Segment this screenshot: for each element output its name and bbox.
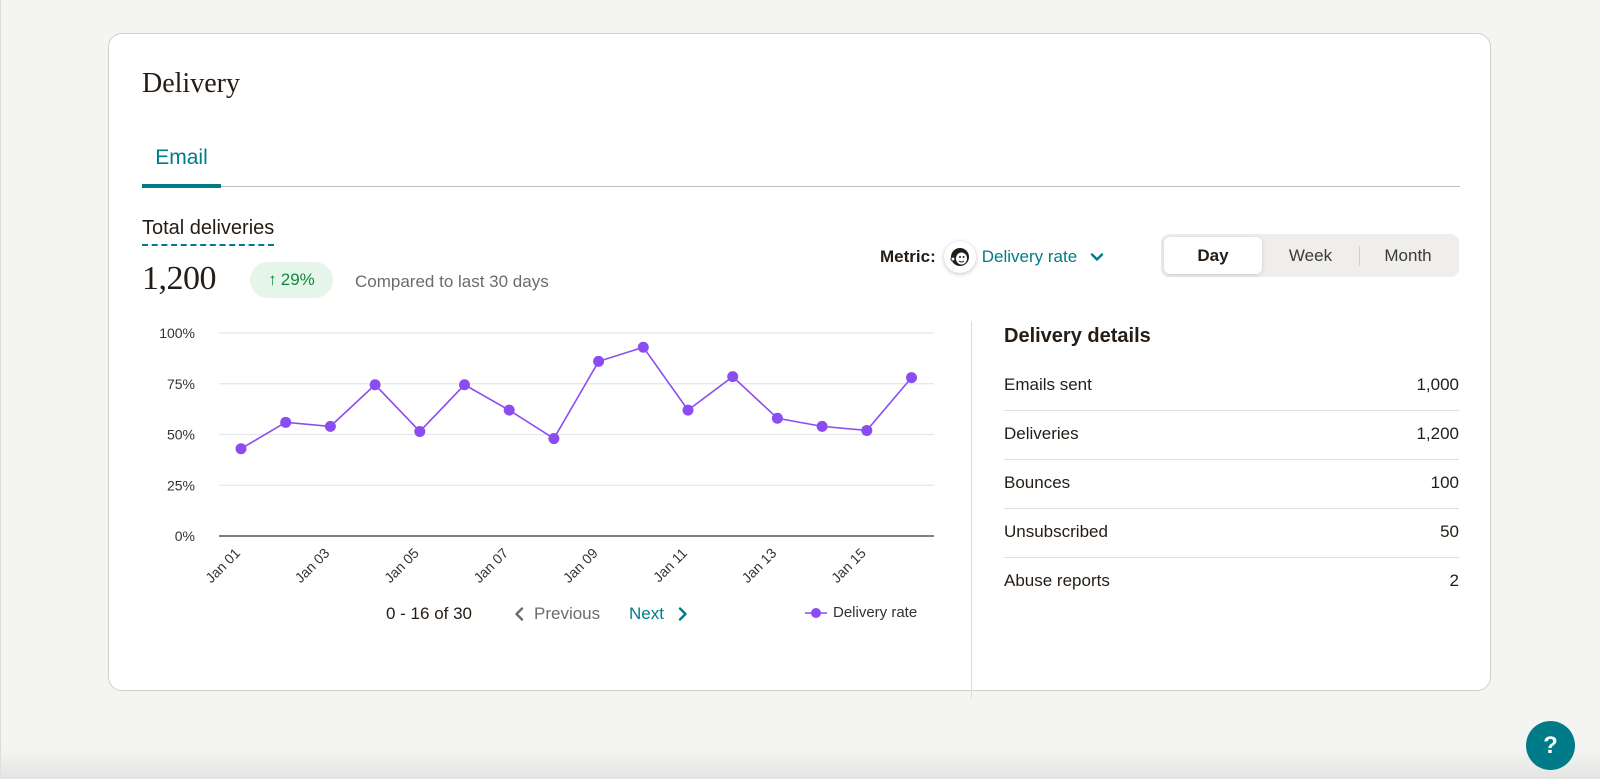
chevron-left-icon [515, 607, 524, 621]
data-point [503, 404, 515, 416]
detail-value: 100 [1430, 473, 1459, 492]
data-point [414, 425, 426, 437]
y-tick-label: 75% [167, 376, 195, 392]
x-tick-label: Jan 01 [202, 545, 243, 586]
data-point [548, 433, 560, 445]
data-point [459, 379, 470, 391]
data-point [280, 416, 292, 428]
chart-legend[interactable]: Delivery rate [805, 604, 917, 621]
period-day-button[interactable]: Day [1164, 237, 1262, 274]
detail-value: 50 [1440, 522, 1459, 541]
data-point [861, 424, 873, 436]
data-point [816, 420, 828, 432]
data-point [771, 412, 783, 424]
panel-divider [971, 321, 972, 699]
help-button[interactable]: ? [1526, 721, 1575, 770]
chevron-down-icon [1089, 249, 1105, 265]
bottom-shadow [0, 749, 1600, 779]
x-tick-label: Jan 11 [650, 545, 690, 585]
y-tick-label: 0% [175, 528, 195, 544]
x-tick-label: Jan 03 [291, 545, 332, 586]
detail-label: Deliveries [1004, 424, 1079, 443]
x-tick-label: Jan 05 [381, 545, 422, 586]
window-edge [0, 0, 1, 779]
data-point [637, 341, 649, 353]
period-toggle: Day Week Month [1161, 234, 1459, 277]
delivery-rate-chart: 0% 25% 50% 75% 100% Jan 01 Jan 03 Jan 05 Jan 07 J… [159, 325, 934, 586]
y-tick-label: 50% [167, 427, 195, 443]
y-tick-label: 100% [159, 325, 195, 341]
delivery-details-panel: Delivery details Emails sent 1,000 Deliv… [1004, 320, 1459, 607]
x-tick-label: Jan 09 [560, 545, 601, 586]
data-point [593, 355, 605, 367]
detail-label: Abuse reports [1004, 571, 1110, 590]
delivery-details-title: Delivery details [1004, 325, 1151, 347]
mailchimp-freddie-icon [943, 241, 976, 273]
previous-label: Previous [534, 604, 601, 623]
chevron-right-icon [678, 607, 687, 621]
period-month-button[interactable]: Month [1360, 237, 1456, 274]
detail-row: Bounces 100 [1004, 460, 1459, 509]
x-tick-label: Jan 13 [738, 545, 779, 586]
data-point [235, 443, 247, 455]
y-tick-label: 25% [167, 477, 195, 493]
detail-row: Abuse reports 2 [1004, 558, 1459, 607]
detail-row: Deliveries 1,200 [1004, 411, 1459, 460]
detail-row: Emails sent 1,000 [1004, 362, 1459, 411]
data-point [906, 372, 917, 384]
legend-marker-icon [805, 607, 827, 618]
data-point [324, 420, 336, 432]
detail-row: Unsubscribed 50 [1004, 509, 1459, 558]
data-point [727, 371, 739, 383]
series-line [240, 346, 913, 450]
delivery-card: Delivery Email Total deliveries 1,200 ↑ 2… [108, 33, 1491, 699]
legend-label: Delivery rate [833, 604, 918, 621]
x-tick-label: Jan 15 [828, 545, 869, 586]
detail-value: 1,000 [1416, 375, 1459, 394]
detail-label: Emails sent [1004, 375, 1092, 394]
previous-button[interactable]: Previous [512, 602, 600, 626]
detail-value: 1,200 [1416, 424, 1459, 443]
next-label: Next [629, 604, 664, 623]
data-point [369, 379, 381, 391]
data-point [682, 404, 694, 416]
period-week-button[interactable]: Week [1262, 237, 1359, 274]
detail-label: Bounces [1004, 473, 1071, 492]
metric-dropdown[interactable]: Delivery rate [982, 247, 1105, 267]
detail-label: Unsubscribed [1004, 522, 1108, 541]
x-tick-label: Jan 07 [470, 545, 511, 586]
page-range: 0 - 16 of 30 [386, 604, 473, 623]
metric-selected: Delivery rate [981, 247, 1078, 266]
detail-value: 2 [1449, 571, 1459, 590]
next-button[interactable]: Next [629, 602, 690, 626]
